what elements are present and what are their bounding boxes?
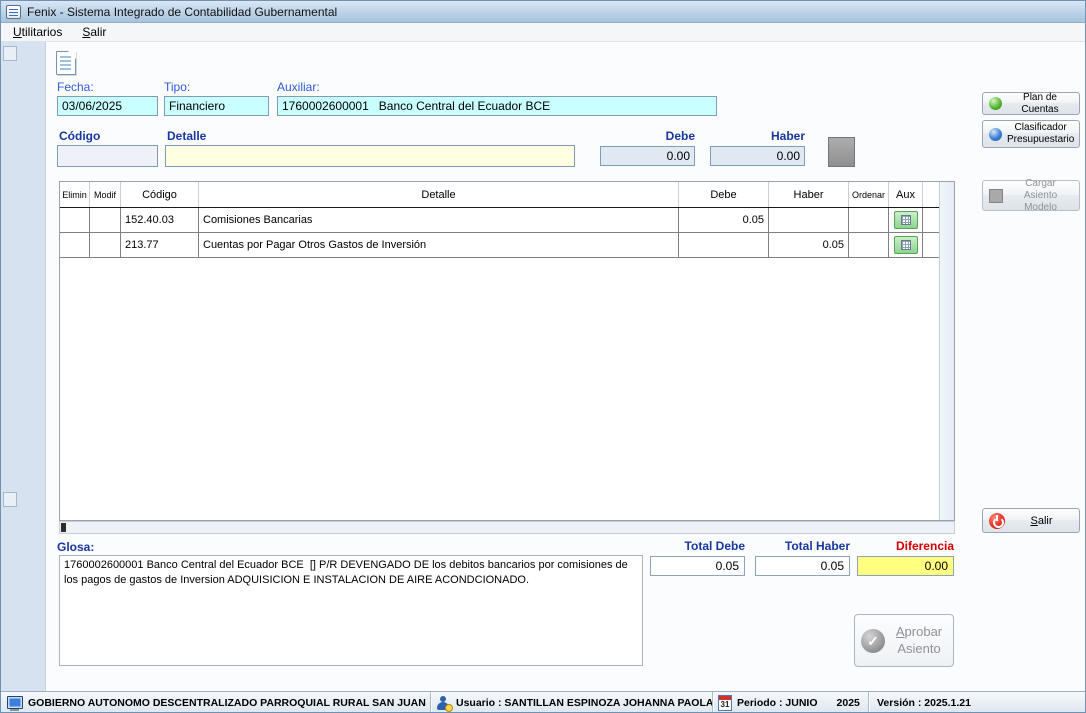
- grid-icon: [901, 240, 911, 250]
- green-globe-icon: [989, 97, 1002, 110]
- aux-detail-button[interactable]: [894, 236, 918, 254]
- col-header-detalle: Detalle: [199, 182, 679, 207]
- aux-detail-button[interactable]: [894, 211, 918, 229]
- statusbar-period: 31 Periodo : JUNIO 2025: [713, 692, 869, 713]
- col-header-debe: Debe: [679, 182, 769, 207]
- titlebar: Fenix - Sistema Integrado de Contabilida…: [1, 1, 1085, 23]
- col-header-codigo: Código: [121, 182, 199, 207]
- menu-utilitarios[interactable]: Utilitarios: [5, 24, 70, 40]
- cell-codigo: 152.40.03: [121, 208, 199, 232]
- statusbar-version: Versión : 2025.1.21: [869, 692, 1086, 713]
- fecha-label: Fecha:: [57, 80, 94, 94]
- scrollbar-thumb[interactable]: [61, 523, 66, 532]
- tipo-input[interactable]: [164, 96, 269, 116]
- journal-entry-panel: Fecha: Tipo: Auxiliar: Plan de Cuentas C…: [45, 42, 1086, 691]
- cell-modif: [90, 208, 121, 232]
- side-panel-grip-bottom: [3, 492, 17, 507]
- diferencia-value: 0.00: [857, 556, 954, 576]
- auxiliar-label: Auxiliar:: [277, 80, 320, 94]
- new-entry-toolbar-button[interactable]: [52, 48, 80, 78]
- cell-elimin: [60, 233, 90, 257]
- table-header-row: Elimin Modif Código Detalle Debe Haber O…: [60, 182, 954, 208]
- cell-codigo: 213.77: [121, 233, 199, 257]
- clock-badge-icon: [445, 704, 453, 712]
- cell-detalle: Cuentas por Pagar Otros Gastos de Invers…: [199, 233, 679, 257]
- document-icon: [56, 51, 76, 75]
- cell-ordenar: [849, 233, 889, 257]
- aprobar-asiento-button[interactable]: ✓ Aprobar Asiento: [854, 614, 954, 667]
- haber-label: Haber: [710, 129, 805, 143]
- statusbar-user: Usuario : SANTILLAN ESPINOZA JOHANNA PAO…: [431, 692, 713, 713]
- table-horizontal-scrollbar[interactable]: [59, 521, 955, 534]
- cell-haber: [769, 208, 849, 232]
- total-haber-value: 0.05: [755, 556, 850, 576]
- grid-icon: [901, 215, 911, 225]
- auxiliar-input[interactable]: [277, 96, 717, 116]
- client-area: Fecha: Tipo: Auxiliar: Plan de Cuentas C…: [1, 42, 1086, 691]
- col-header-ordenar: Ordenar: [849, 182, 889, 207]
- col-header-modif: Modif: [90, 182, 121, 207]
- fecha-input[interactable]: [57, 96, 158, 116]
- computer-icon: [6, 696, 23, 711]
- cargar-asiento-modelo-button[interactable]: Cargar Asiento Modelo: [982, 180, 1080, 211]
- diferencia-label: Diferencia: [857, 539, 954, 553]
- salir-button[interactable]: Salir: [982, 508, 1080, 533]
- glosa-textarea[interactable]: 1760002600001 Banco Central del Ecuador …: [59, 555, 643, 666]
- col-header-aux: Aux: [889, 182, 923, 207]
- side-panel-grip-top: [3, 46, 17, 61]
- codigo-input[interactable]: [57, 145, 158, 167]
- cell-aux: [889, 208, 923, 232]
- clasificador-presupuestario-button[interactable]: Clasificador Presupuestario: [982, 120, 1080, 148]
- cell-aux: [889, 233, 923, 257]
- app-window: Fenix - Sistema Integrado de Contabilida…: [0, 0, 1086, 713]
- debe-input[interactable]: [600, 146, 695, 166]
- cell-haber: 0.05: [769, 233, 849, 257]
- cell-detalle: Comisiones Bancarias: [199, 208, 679, 232]
- total-debe-value: 0.05: [650, 556, 745, 576]
- app-icon: [6, 5, 21, 19]
- total-haber-label: Total Haber: [755, 539, 850, 553]
- table-vertical-scrollbar[interactable]: [939, 182, 954, 520]
- total-debe-label: Total Debe: [650, 539, 745, 553]
- statusbar-entity: GOBIERNO AUTONOMO DESCENTRALIZADO PARROQ…: [1, 692, 431, 713]
- plan-de-cuentas-button[interactable]: Plan de Cuentas: [982, 92, 1080, 115]
- power-icon: [989, 513, 1005, 529]
- window-title: Fenix - Sistema Integrado de Contabilida…: [27, 5, 337, 19]
- codigo-label: Código: [59, 129, 100, 143]
- col-header-haber: Haber: [769, 182, 849, 207]
- model-square-icon: [989, 189, 1003, 203]
- check-icon: ✓: [861, 629, 885, 653]
- calendar-icon: 31: [718, 695, 732, 711]
- detalle-label: Detalle: [167, 129, 206, 143]
- glosa-label: Glosa:: [57, 540, 94, 554]
- cell-debe: 0.05: [679, 208, 769, 232]
- menubar: Utilitarios Salir: [1, 23, 1085, 42]
- detalle-input[interactable]: [165, 145, 575, 167]
- haber-input[interactable]: [710, 146, 805, 166]
- table-row[interactable]: 152.40.03 Comisiones Bancarias 0.05: [60, 208, 954, 233]
- entries-table: Elimin Modif Código Detalle Debe Haber O…: [59, 181, 955, 521]
- blue-globe-icon: [989, 128, 1002, 141]
- cell-modif: [90, 233, 121, 257]
- cell-ordenar: [849, 208, 889, 232]
- user-icon: [436, 696, 451, 711]
- col-header-elimin: Elimin: [60, 182, 90, 207]
- debe-label: Debe: [600, 129, 695, 143]
- menu-salir[interactable]: Salir: [74, 24, 114, 40]
- cell-debe: [679, 233, 769, 257]
- cell-elimin: [60, 208, 90, 232]
- statusbar: GOBIERNO AUTONOMO DESCENTRALIZADO PARROQ…: [1, 691, 1086, 713]
- entry-action-button[interactable]: [828, 137, 855, 167]
- table-row[interactable]: 213.77 Cuentas por Pagar Otros Gastos de…: [60, 233, 954, 258]
- tipo-label: Tipo:: [164, 80, 190, 94]
